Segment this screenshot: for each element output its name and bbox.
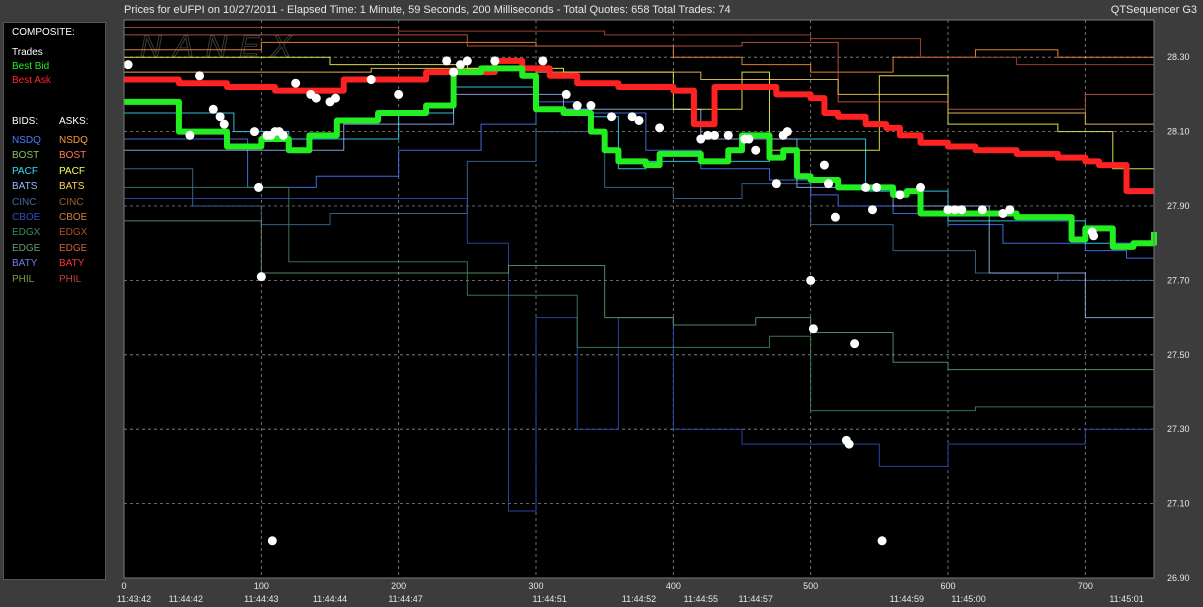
- trade-point: [366, 75, 376, 85]
- trade-point: [330, 93, 340, 103]
- x-tick-label: 300: [528, 581, 543, 591]
- trade-point: [1005, 205, 1015, 215]
- trade-point: [607, 112, 617, 122]
- time-label: 11:44:43: [244, 594, 278, 604]
- trade-point: [394, 89, 404, 99]
- y-tick-label: 27.30: [1167, 424, 1190, 434]
- trade-point: [572, 101, 582, 111]
- trade-point: [957, 205, 967, 215]
- x-tick-label: 500: [803, 581, 818, 591]
- trade-point: [877, 536, 887, 546]
- trade-point: [634, 115, 644, 125]
- trade-point: [311, 93, 321, 103]
- time-label: 11:44:44: [313, 594, 347, 604]
- trade-point: [723, 130, 733, 140]
- x-tick-label: 700: [1078, 581, 1093, 591]
- trade-point: [1089, 231, 1099, 241]
- trade-point: [771, 179, 781, 189]
- y-tick-label: 27.10: [1167, 499, 1190, 509]
- time-label: 11:45:01: [1109, 594, 1143, 604]
- trade-point: [195, 71, 205, 81]
- trade-point: [561, 89, 571, 99]
- time-label: 11:44:59: [890, 594, 924, 604]
- trade-point: [844, 439, 854, 449]
- trade-point: [895, 190, 905, 200]
- y-tick-label: 27.90: [1167, 201, 1190, 211]
- trade-point: [710, 130, 720, 140]
- y-tick-label: 28.30: [1167, 52, 1190, 62]
- trade-point: [462, 56, 472, 66]
- trade-point: [655, 123, 665, 133]
- y-tick-label: 27.50: [1167, 350, 1190, 360]
- trade-point: [867, 205, 877, 215]
- trade-point: [744, 134, 754, 144]
- trade-point: [219, 119, 229, 129]
- x-tick-label: 100: [254, 581, 269, 591]
- trade-point: [977, 205, 987, 215]
- trade-point: [806, 275, 816, 285]
- time-label: 11:45:00: [951, 594, 985, 604]
- time-label: 11:44:51: [533, 594, 567, 604]
- trade-point: [123, 60, 133, 70]
- time-label: 11:44:57: [739, 594, 773, 604]
- trade-point: [782, 127, 792, 137]
- trade-point: [449, 67, 459, 77]
- trade-point: [185, 130, 195, 140]
- price-chart: NANEX 28.3028.1027.9027.7027.5027.3027.1…: [117, 19, 1190, 604]
- trade-point: [850, 339, 860, 349]
- x-tick-label: 600: [940, 581, 955, 591]
- trade-point: [442, 56, 452, 66]
- y-tick-label: 28.10: [1167, 127, 1190, 137]
- time-label: 11:44:47: [388, 594, 422, 604]
- trade-point: [861, 182, 871, 192]
- trade-point: [824, 179, 834, 189]
- trade-point: [254, 182, 264, 192]
- trade-point: [830, 212, 840, 222]
- trade-point: [819, 160, 829, 170]
- time-label: 11:44:55: [684, 594, 718, 604]
- y-tick-label: 27.70: [1167, 275, 1190, 285]
- trade-point: [256, 272, 266, 282]
- x-tick-label: 200: [391, 581, 406, 591]
- trade-point: [751, 145, 761, 155]
- trade-point: [916, 182, 926, 192]
- trade-point: [267, 536, 277, 546]
- trade-point: [586, 101, 596, 111]
- trade-point: [872, 182, 882, 192]
- time-label: 11:43:42: [117, 594, 151, 604]
- plot-area: [124, 20, 1154, 578]
- trade-point: [208, 104, 218, 114]
- time-label: 11:44:52: [622, 594, 656, 604]
- x-tick-label: 0: [121, 581, 126, 591]
- time-label: 11:44:42: [169, 594, 203, 604]
- trade-point: [249, 127, 259, 137]
- x-tick-label: 400: [666, 581, 681, 591]
- trade-point: [291, 78, 301, 88]
- trade-point: [490, 56, 500, 66]
- trade-point: [808, 324, 818, 334]
- y-tick-label: 26.90: [1167, 573, 1190, 583]
- trade-point: [538, 56, 548, 66]
- trade-point: [278, 130, 288, 140]
